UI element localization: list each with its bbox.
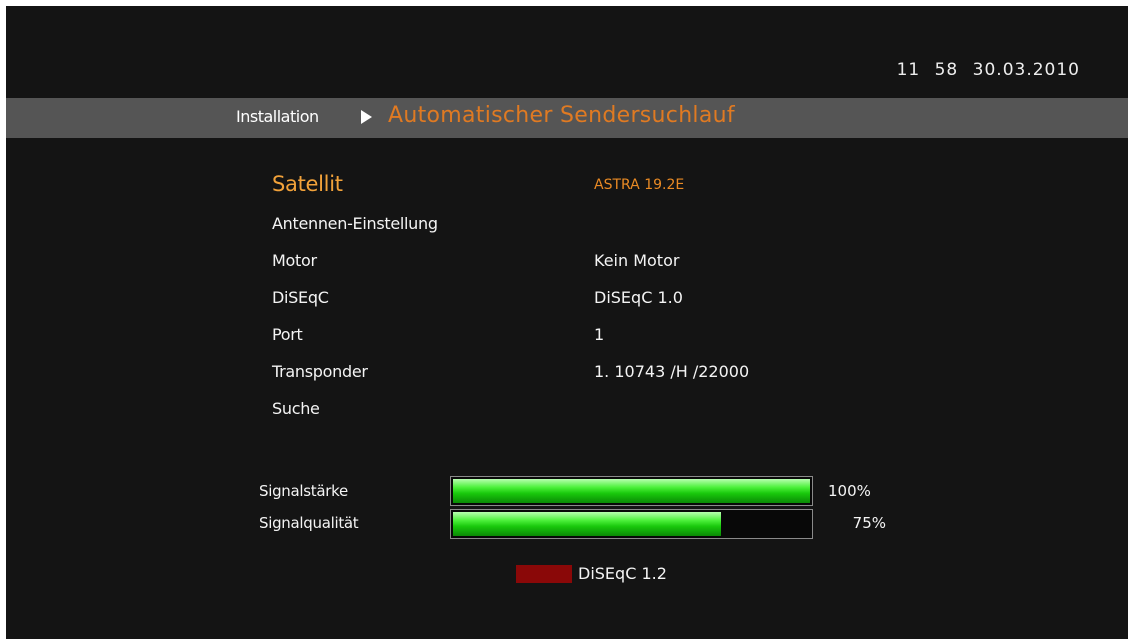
menu-item-label: Transponder: [272, 362, 368, 381]
menu-item-label: DiSEqC: [272, 288, 329, 307]
play-arrow-icon: [361, 110, 372, 124]
signal-strength-fill: [453, 479, 810, 503]
menu-item-value: Kein Motor: [594, 251, 680, 270]
clock-time: 11 58: [896, 60, 959, 80]
red-key-label: DiSEqC 1.2: [578, 564, 667, 583]
signal-quality-bar: [450, 509, 813, 539]
menu-item-label: Port: [272, 325, 303, 344]
page-title: Automatischer Sendersuchlauf: [388, 103, 735, 128]
signal-strength-bar: [450, 476, 813, 506]
menu-item-diseqc[interactable]: DiSEqC DiSEqC 1.0: [272, 288, 872, 325]
menu-item-label: Suche: [272, 399, 320, 418]
menu-item-value: DiSEqC 1.0: [594, 288, 683, 307]
menu-item-value: 1: [594, 325, 605, 344]
clock: 11 58 30.03.2010: [897, 60, 1080, 80]
signal-strength-percent: 100%: [828, 482, 871, 500]
menu-item-label: Motor: [272, 251, 317, 270]
menu-item-value: ASTRA 19.2E: [594, 177, 685, 193]
menu-item-suche[interactable]: Suche: [272, 399, 872, 436]
menu-item-satellit[interactable]: Satellit ASTRA 19.2E: [272, 172, 872, 214]
breadcrumb-root[interactable]: Installation: [236, 107, 319, 126]
clock-date: 30.03.2010: [972, 60, 1080, 80]
signal-quality-percent: 75%: [852, 514, 886, 532]
signal-quality-label: Signalqualität: [259, 514, 359, 532]
menu-item-antennen-einstellung[interactable]: Antennen-Einstellung: [272, 214, 872, 251]
menu-item-port[interactable]: Port 1: [272, 325, 872, 362]
title-bar: Installation Automatischer Sendersuchlau…: [6, 98, 1128, 138]
signal-quality-fill: [453, 512, 721, 536]
red-key-icon[interactable]: [516, 565, 572, 583]
settings-menu: Satellit ASTRA 19.2E Antennen-Einstellun…: [272, 172, 872, 436]
menu-item-label: Antennen-Einstellung: [272, 214, 438, 233]
tv-screen: 11 58 30.03.2010 Installation Automatisc…: [6, 6, 1128, 639]
menu-item-label: Satellit: [272, 172, 343, 196]
menu-item-motor[interactable]: Motor Kein Motor: [272, 251, 872, 288]
menu-item-value: 1. 10743 /H /22000: [594, 362, 750, 381]
menu-item-transponder[interactable]: Transponder 1. 10743 /H /22000: [272, 362, 872, 399]
signal-strength-label: Signalstärke: [259, 482, 348, 500]
